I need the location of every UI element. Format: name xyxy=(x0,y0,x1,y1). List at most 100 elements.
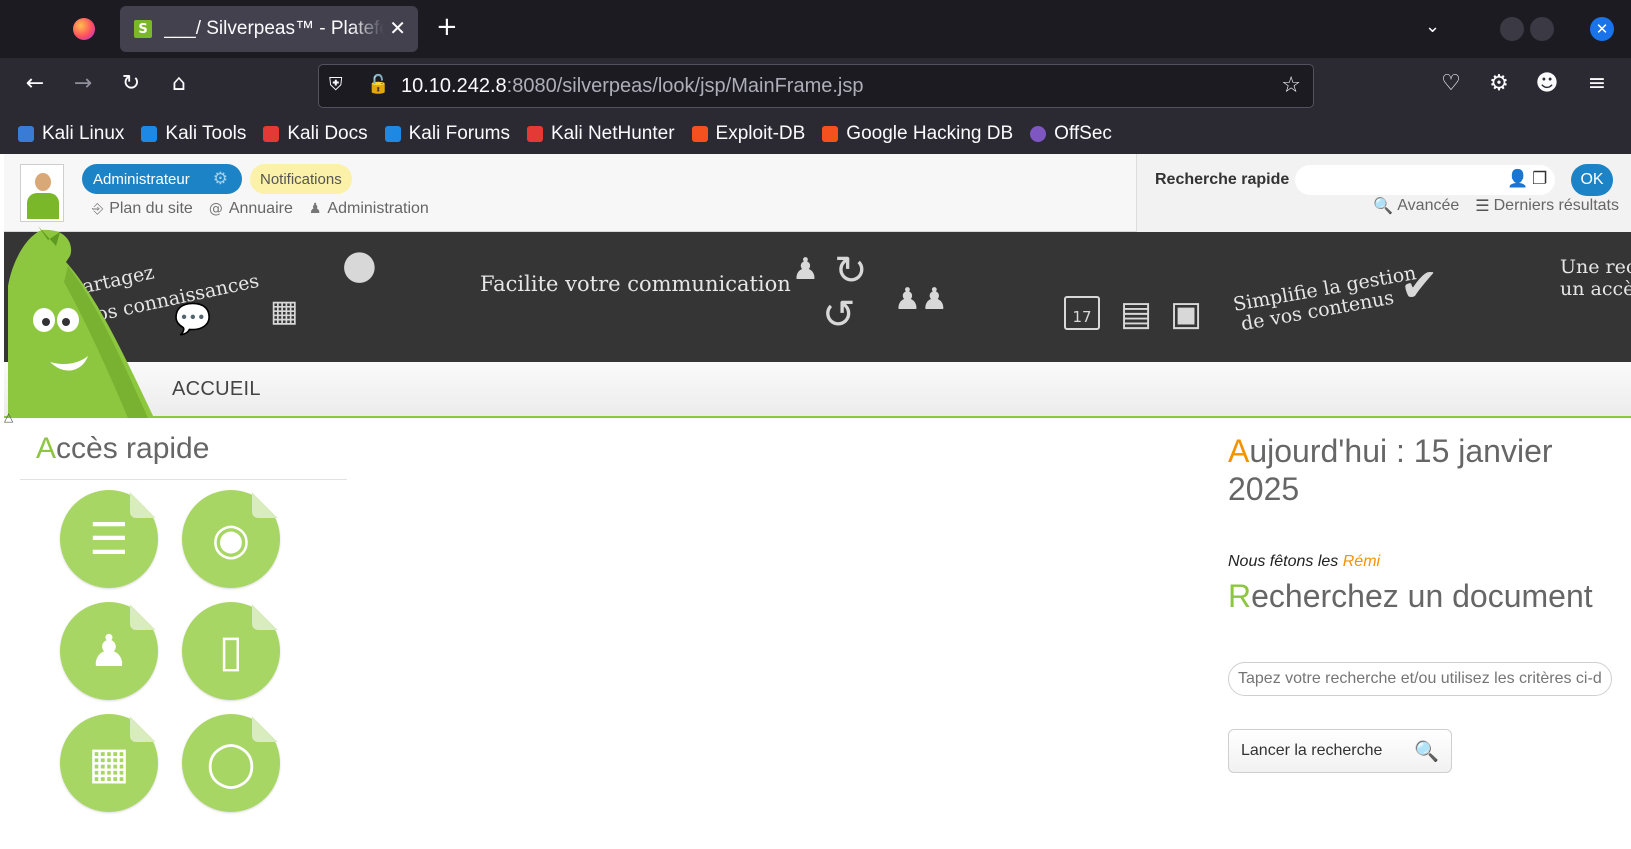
users-icon: ♟ xyxy=(89,625,129,677)
administration-link[interactable]: ♟ Administration xyxy=(309,200,429,218)
kali-docs-icon xyxy=(263,126,280,142)
url-text[interactable]: 10.10.242.8:8080/silverpeas/look/jsp/Mai… xyxy=(401,75,863,98)
bookmark-kali-nethunter[interactable]: Kali NetHunter xyxy=(526,123,675,145)
speech-bubbles-icon: 💬 xyxy=(174,302,212,337)
back-arrow-icon[interactable]: ← xyxy=(20,71,50,96)
forward-arrow-icon[interactable]: → xyxy=(68,71,98,96)
launch-search-button[interactable]: Lancer la recherche 🔍 xyxy=(1228,729,1452,773)
bookmark-exploit-db[interactable]: Exploit-DB xyxy=(691,123,806,145)
tab-title: ___/ Silverpeas™ - Plateforme xyxy=(164,18,384,39)
user-role-button[interactable]: Administrateur ⚙ xyxy=(82,164,242,194)
tile-city[interactable]: ▦ xyxy=(60,714,158,812)
list-icon: ☰ xyxy=(1475,196,1490,215)
site-map-link[interactable]: ⎆ Plan du site xyxy=(92,200,193,218)
feast-day-text: Nous fêtons les Rémi xyxy=(1228,553,1380,571)
quick-access-divider xyxy=(20,479,347,480)
calendar-day: 17 xyxy=(1072,308,1092,326)
bookmark-star-icon[interactable]: ☆ xyxy=(1281,73,1301,98)
lock-icon[interactable]: 🔓 xyxy=(367,74,389,95)
feast-prefix: Nous fêtons les xyxy=(1228,553,1339,570)
quick-search-links: 🔍 Avancée ☰ Derniers résultats xyxy=(1357,196,1619,215)
url-bar[interactable]: ⛨ 🔓 10.10.242.8:8080/silverpeas/look/jsp… xyxy=(318,64,1314,108)
tile-lightbulb[interactable]: ◯ xyxy=(182,714,280,812)
menu-home[interactable]: ACCUEIL xyxy=(172,378,261,401)
today-title-rest: ujourd'hui : 15 janvier 2025 xyxy=(1228,433,1553,507)
feast-name[interactable]: Rémi xyxy=(1343,553,1380,570)
maximize-button[interactable] xyxy=(1530,17,1554,41)
bookmark-kali-docs[interactable]: Kali Docs xyxy=(263,123,368,145)
bookmark-kali-tools[interactable]: Kali Tools xyxy=(141,123,246,145)
administration-label: Administration xyxy=(327,200,429,217)
banner-text-search-2: un accè xyxy=(1560,278,1631,300)
minimize-button[interactable] xyxy=(1500,17,1524,41)
collapse-arrow-icon[interactable]: △ xyxy=(4,410,13,424)
lightbulb-tile-icon: ◯ xyxy=(206,737,256,789)
url-host: 10.10.242.8 xyxy=(401,75,507,97)
doc-search-input[interactable] xyxy=(1228,662,1612,696)
profile-icon[interactable]: ☻ xyxy=(1532,71,1562,96)
bookmark-offsec[interactable]: OffSec xyxy=(1030,123,1112,145)
picture-icon: ▣ xyxy=(1170,294,1203,334)
quick-search-ok-button[interactable]: OK xyxy=(1571,164,1613,196)
hamburger-menu-icon[interactable]: ≡ xyxy=(1582,71,1612,96)
tab-list-chevron-icon[interactable]: ⌄ xyxy=(1425,16,1440,37)
last-results-label: Derniers résultats xyxy=(1493,196,1619,214)
last-results-link[interactable]: ☰ Derniers résultats xyxy=(1475,196,1619,215)
launch-search-label: Lancer la recherche xyxy=(1241,742,1383,759)
books-icon: ☰ xyxy=(89,513,129,565)
tile-clipboard[interactable]: ▯ xyxy=(182,602,280,700)
header-links: ⎆ Plan du site @ Annuaire ♟ Administration xyxy=(92,200,445,218)
tile-books[interactable]: ☰ xyxy=(60,490,158,588)
pea-mascot-logo xyxy=(8,226,154,418)
today-title: Aujourd'hui : 15 janvier 2025 xyxy=(1228,432,1608,508)
bookmark-label: OffSec xyxy=(1054,123,1112,144)
browser-tab[interactable]: S ___/ Silverpeas™ - Plateforme ✕ xyxy=(120,6,418,52)
reload-icon[interactable]: ↻ xyxy=(116,71,146,96)
avatar[interactable] xyxy=(20,164,64,222)
window-close-button[interactable]: ✕ xyxy=(1590,17,1614,41)
bookmark-label: Kali NetHunter xyxy=(550,123,675,144)
firefox-menu[interactable] xyxy=(64,12,104,46)
checkmark-icon: ✔ xyxy=(1400,258,1439,312)
people-icon: ♟♟ xyxy=(894,282,948,317)
admin-figure-icon: ♟ xyxy=(308,201,322,217)
pocket-icon[interactable]: ♡ xyxy=(1436,71,1466,96)
bookmark-label: Exploit-DB xyxy=(715,123,806,144)
tab-close-icon[interactable]: ✕ xyxy=(389,16,406,40)
tile-users[interactable]: ♟ xyxy=(60,602,158,700)
bookmark-google-hacking-db[interactable]: Google Hacking DB xyxy=(822,123,1013,145)
exploit-db-icon xyxy=(691,126,708,142)
avatar-head xyxy=(35,173,51,191)
site-map-label: Plan du site xyxy=(109,200,193,217)
notifications-button[interactable]: Notifications xyxy=(250,164,352,194)
directory-label: Annuaire xyxy=(228,200,293,217)
avatar-body xyxy=(27,193,59,219)
lightbulb-icon: ● xyxy=(342,242,377,288)
silverpeas-favicon-icon: S xyxy=(134,20,152,38)
silverpeas-page: Administrateur ⚙ Notifications ⎆ Plan du s… xyxy=(4,154,1631,849)
browser-nav-bar: ← → ↻ ⌂ ⛨ 🔓 10.10.242.8:8080/silverpeas/… xyxy=(0,58,1631,114)
gear-icon[interactable]: ⚙ xyxy=(213,169,228,189)
sitemap-icon: ⎆ xyxy=(92,201,104,217)
bookmark-kali-linux[interactable]: Kali Linux xyxy=(18,123,124,145)
copy-icon[interactable]: ❐ xyxy=(1532,169,1547,189)
firefox-icon xyxy=(73,18,95,40)
shield-icon[interactable]: ⛨ xyxy=(329,74,343,95)
advanced-search-link[interactable]: 🔍 Avancée xyxy=(1373,196,1459,215)
quick-access-title-first: A xyxy=(36,432,57,465)
home-icon[interactable]: ⌂ xyxy=(164,71,194,96)
quick-access-title-rest: ccès rapide xyxy=(56,432,210,465)
user-search-icon[interactable]: 👤 xyxy=(1507,169,1528,189)
bookmark-label: Kali Forums xyxy=(408,123,510,144)
tile-camera[interactable]: ◉ xyxy=(182,490,280,588)
extensions-icon[interactable]: ⚙ xyxy=(1484,71,1514,96)
cycle-arrows-2-icon: ↺ xyxy=(822,292,856,338)
new-tab-button[interactable]: + xyxy=(436,12,458,42)
bookmark-label: Kali Linux xyxy=(42,123,125,144)
bookmark-kali-forums[interactable]: Kali Forums xyxy=(384,123,510,145)
doc-search-title-first: R xyxy=(1228,578,1252,614)
advanced-search-label: Avancée xyxy=(1397,196,1460,214)
today-title-first: A xyxy=(1228,433,1250,469)
person-icon: ♟ xyxy=(792,252,819,287)
directory-link[interactable]: @ Annuaire xyxy=(209,200,293,218)
